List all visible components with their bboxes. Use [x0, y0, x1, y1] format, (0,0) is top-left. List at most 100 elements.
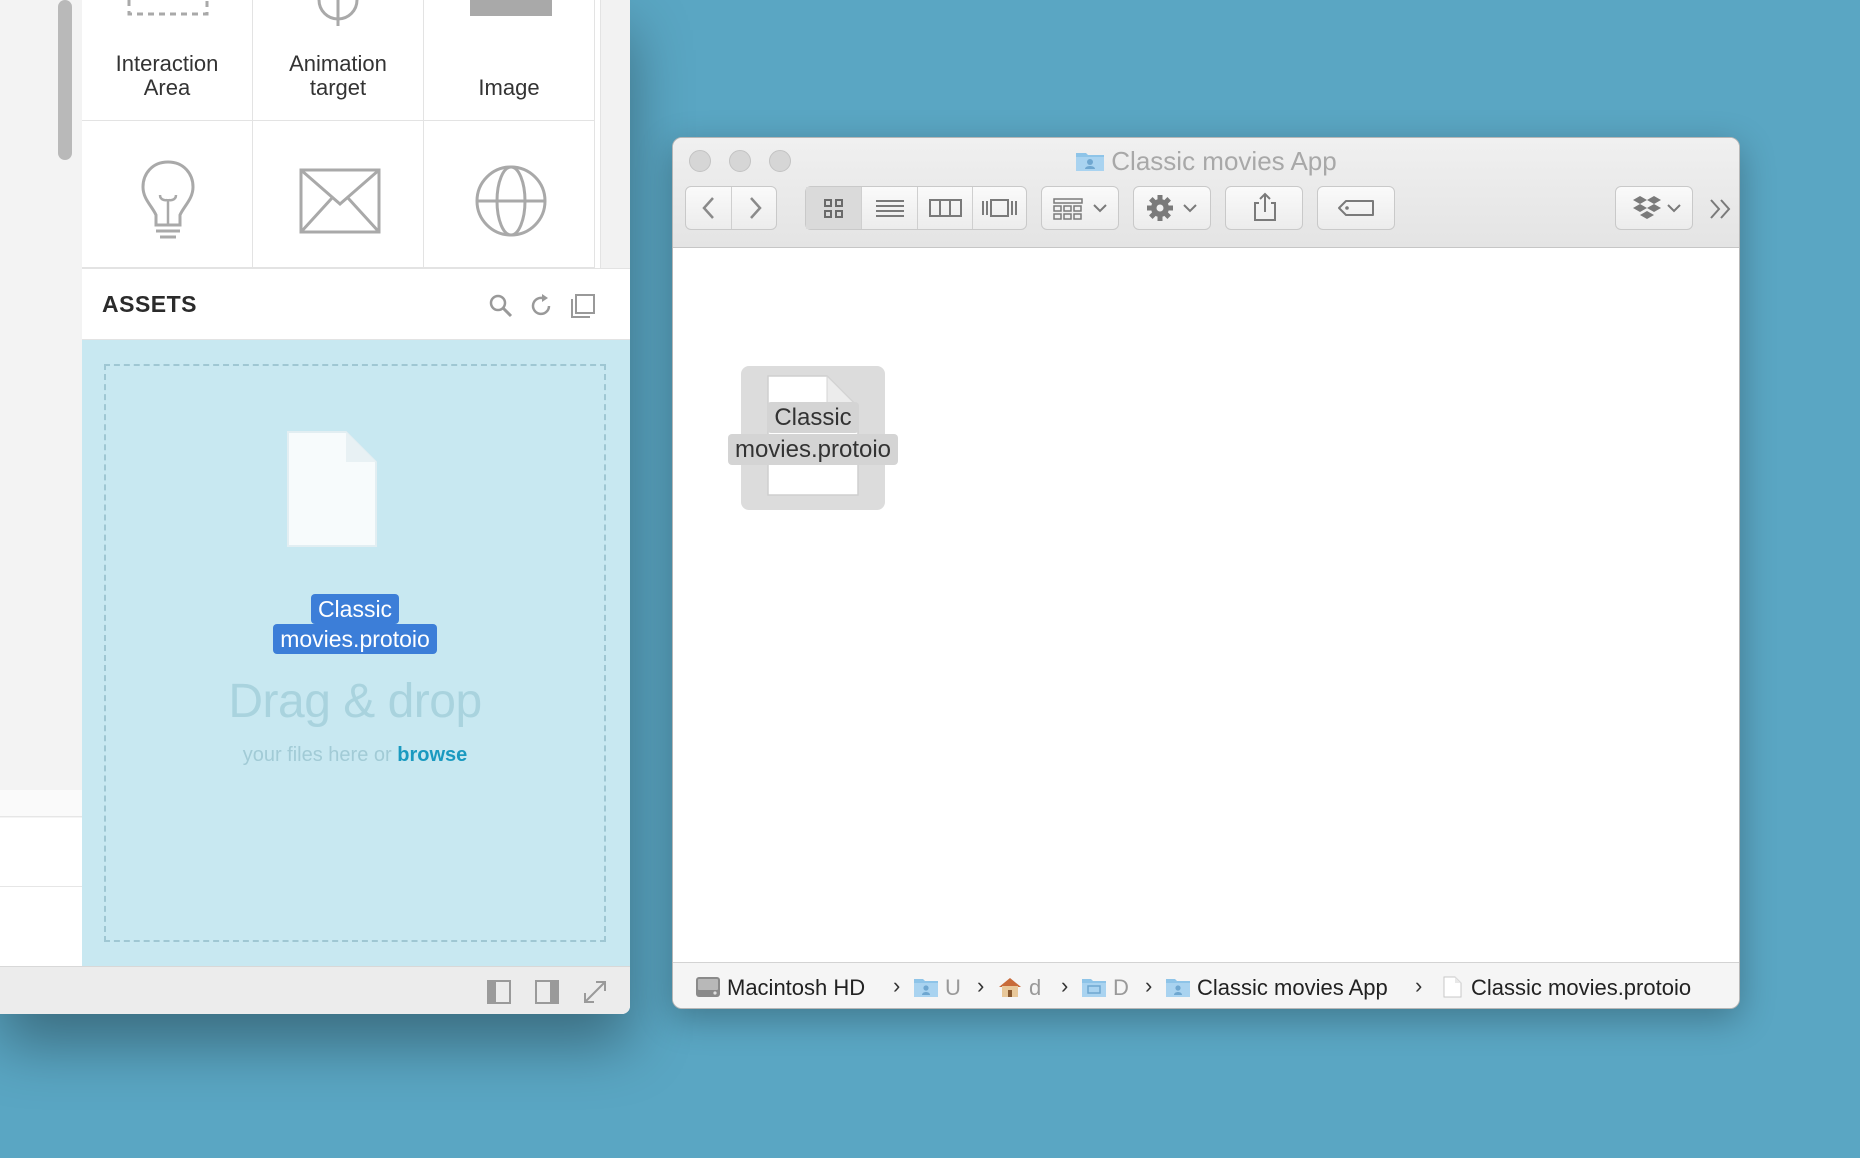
- side-row[interactable]: [0, 790, 82, 817]
- image-icon: [470, 0, 552, 16]
- assets-header: ASSETS: [82, 268, 630, 340]
- side-scroll-thumb[interactable]: [58, 0, 72, 160]
- view-mode-control: [805, 186, 1027, 230]
- duplicate-icon[interactable]: [570, 293, 596, 319]
- globe-icon: [475, 165, 547, 237]
- forward-button[interactable]: [732, 187, 778, 229]
- path-separator: ›: [1061, 973, 1069, 998]
- crumb-classic-movies-app[interactable]: Classic movies App: [1165, 975, 1388, 1001]
- search-icon[interactable]: [488, 293, 514, 319]
- component-web[interactable]: [424, 121, 595, 268]
- window-title: Classic movies App: [673, 146, 1739, 177]
- animation-target-icon: [317, 0, 359, 26]
- crumb-desktop[interactable]: D: [1081, 975, 1129, 1001]
- path-separator: ›: [1415, 973, 1423, 998]
- component-label: Interaction: [115, 51, 219, 76]
- left-side-strip: [0, 0, 83, 790]
- finder-titlebar: Classic movies App: [673, 138, 1739, 248]
- crumb-label: D: [1113, 975, 1129, 1000]
- users-folder-icon: [914, 979, 938, 997]
- nav-buttons: [685, 186, 777, 230]
- share-icon: [1254, 192, 1276, 221]
- finder-window: Classic movies App Classic movies.protoi…: [672, 137, 1740, 1009]
- left-panel-icon[interactable]: [486, 979, 512, 1005]
- dropzone-subtitle-text: your files here or: [242, 744, 392, 766]
- crumb-label: d: [1029, 975, 1042, 1000]
- column-view-button[interactable]: [918, 187, 973, 229]
- component-label: Area: [143, 75, 191, 100]
- component-tip[interactable]: [82, 121, 253, 268]
- left-app-window: Interaction Area Animation target Image: [0, 0, 630, 1014]
- dragged-file-name: movies.protoio: [273, 624, 437, 654]
- action-gear-icon: [1147, 195, 1197, 221]
- path-bar: Macintosh HD › U › d › D › Classic movie…: [673, 962, 1739, 1008]
- crumb-label: U: [945, 975, 961, 1000]
- side-row[interactable]: [0, 818, 82, 887]
- crumb-label: Classic movies App: [1197, 975, 1388, 1000]
- back-icon: [702, 197, 714, 219]
- desktop-folder-icon: [1082, 979, 1106, 997]
- crumb-home[interactable]: d: [997, 975, 1041, 1001]
- component-animation-target[interactable]: Animation target: [253, 0, 424, 121]
- arrange-icon: [1053, 198, 1107, 220]
- file-name-label: Classic: [767, 402, 859, 433]
- component-label: Animation: [289, 51, 387, 76]
- dropzone-title: Drag & drop: [228, 675, 482, 728]
- assets-dropzone-area: Classic movies.protoio Drag & drop your …: [82, 340, 630, 966]
- component-label: target: [309, 75, 367, 100]
- assets-title: ASSETS: [102, 291, 198, 317]
- side-row[interactable]: [0, 887, 82, 967]
- cover-flow-icon: [982, 199, 1017, 217]
- crumb-label: Classic movies.protoio: [1471, 975, 1692, 1000]
- forward-icon: [750, 197, 762, 219]
- interaction-area-icon: [127, 0, 209, 16]
- document-icon: [1443, 976, 1462, 998]
- assets-dropzone[interactable]: Classic movies.protoio Drag & drop your …: [104, 364, 606, 942]
- components-scrollbar[interactable]: [600, 0, 630, 268]
- crumb-macintosh-hd[interactable]: Macintosh HD: [695, 975, 865, 1001]
- tag-icon: [1338, 200, 1374, 216]
- dragged-file-name: Classic: [310, 594, 400, 624]
- left-panel-footer: [0, 966, 630, 1014]
- window-title-text: Classic movies App: [1111, 146, 1337, 176]
- list-view-button[interactable]: [862, 187, 918, 229]
- hard-drive-icon: [696, 977, 720, 997]
- components-grid: Interaction Area Animation target Image: [82, 0, 600, 268]
- document-icon: [287, 431, 377, 547]
- share-button[interactable]: [1225, 186, 1303, 230]
- envelope-icon: [299, 168, 381, 234]
- finder-content: Classic movies.protoio: [673, 248, 1739, 962]
- folder-icon: [1166, 979, 1190, 997]
- overflow-icon[interactable]: [1707, 194, 1737, 224]
- component-email[interactable]: [253, 121, 424, 268]
- refresh-icon[interactable]: [528, 293, 554, 319]
- dropbox-button[interactable]: [1615, 186, 1693, 230]
- folder-icon: [1076, 153, 1105, 171]
- dropbox-icon: [1633, 196, 1681, 219]
- home-icon: [999, 978, 1021, 997]
- crumb-classic-movies-protoio[interactable]: Classic movies.protoio: [1439, 975, 1691, 1001]
- arrange-button[interactable]: [1041, 186, 1119, 230]
- path-separator: ›: [1145, 973, 1153, 998]
- back-button[interactable]: [686, 187, 732, 229]
- component-label: Image: [478, 75, 540, 100]
- action-button[interactable]: [1133, 186, 1211, 230]
- cover-flow-button[interactable]: [973, 187, 1026, 229]
- right-panel-icon[interactable]: [534, 979, 560, 1005]
- dropzone-subtitle: your files here or browse: [106, 744, 604, 767]
- icon-view-icon: [824, 199, 843, 218]
- file-name-label: movies.protoio: [727, 434, 899, 465]
- browse-link[interactable]: browse: [397, 744, 467, 766]
- component-interaction-area[interactable]: Interaction Area: [82, 0, 253, 121]
- crumb-users[interactable]: U: [913, 975, 961, 1001]
- column-view-icon: [929, 199, 962, 217]
- lightbulb-icon: [141, 160, 195, 239]
- icon-view-button[interactable]: [806, 187, 862, 229]
- path-separator: ›: [893, 973, 901, 998]
- crumb-label: Macintosh HD: [727, 975, 866, 1000]
- path-separator: ›: [977, 973, 985, 998]
- list-view-icon: [876, 200, 904, 217]
- expand-icon[interactable]: [582, 979, 608, 1005]
- tag-button[interactable]: [1317, 186, 1395, 230]
- component-image[interactable]: Image: [424, 0, 595, 121]
